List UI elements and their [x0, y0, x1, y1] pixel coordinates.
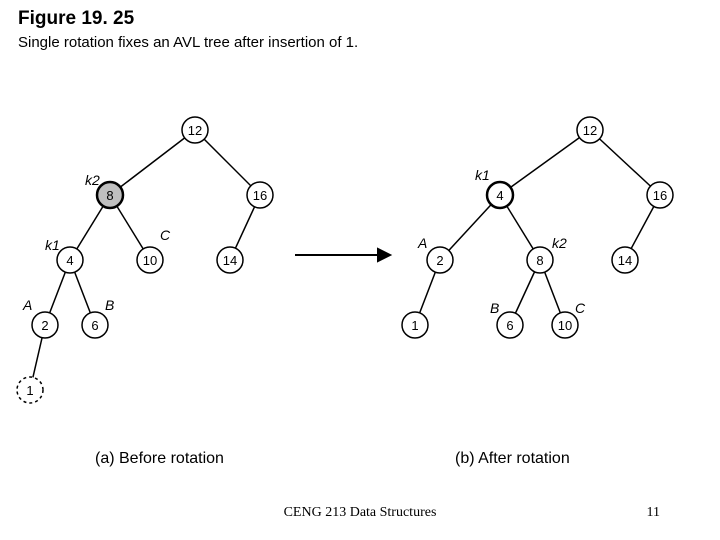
label-k2: k2: [85, 172, 100, 188]
svg-text:1: 1: [26, 383, 33, 398]
svg-text:8: 8: [536, 253, 543, 268]
trees-diagram: 12 8 16 4 10 14 2 6: [0, 100, 720, 425]
label-A: A: [22, 297, 32, 313]
caption-before: (a) Before rotation: [95, 450, 224, 468]
caption-after: (b) After rotation: [455, 450, 570, 468]
svg-text:2: 2: [41, 318, 48, 333]
label-k2: k2: [552, 235, 567, 251]
label-B: B: [490, 300, 499, 316]
node-16: 16: [247, 182, 273, 208]
rotation-arrow-icon: [295, 249, 390, 261]
node-4: 4: [57, 247, 83, 273]
footer-course: CENG 213 Data Structures: [0, 505, 720, 521]
svg-text:10: 10: [558, 318, 572, 333]
node-12: 12: [577, 117, 603, 143]
svg-text:4: 4: [66, 253, 73, 268]
node-4-k1: 4: [487, 182, 513, 208]
node-8-highlighted: 8: [97, 182, 123, 208]
svg-text:6: 6: [506, 318, 513, 333]
figure-number: Figure 19. 25: [18, 8, 134, 30]
svg-text:14: 14: [223, 253, 237, 268]
figure-caption: Single rotation fixes an AVL tree after …: [18, 34, 358, 51]
tree-after: 12 4 16 2 8 14 1 6: [402, 117, 673, 338]
label-C: C: [160, 227, 171, 243]
node-12: 12: [182, 117, 208, 143]
svg-text:8: 8: [106, 188, 113, 203]
node-6: 6: [497, 312, 523, 338]
svg-text:4: 4: [496, 188, 503, 203]
node-14: 14: [612, 247, 638, 273]
node-16: 16: [647, 182, 673, 208]
svg-text:16: 16: [653, 188, 667, 203]
svg-text:10: 10: [143, 253, 157, 268]
svg-text:16: 16: [253, 188, 267, 203]
label-C: C: [575, 300, 586, 316]
tree-before: 12 8 16 4 10 14 2 6: [17, 117, 273, 403]
node-2: 2: [32, 312, 58, 338]
node-10: 10: [137, 247, 163, 273]
node-14: 14: [217, 247, 243, 273]
node-2: 2: [427, 247, 453, 273]
svg-text:12: 12: [188, 123, 202, 138]
svg-text:12: 12: [583, 123, 597, 138]
node-8-k2: 8: [527, 247, 553, 273]
label-k1: k1: [45, 237, 60, 253]
label-k1: k1: [475, 167, 490, 183]
svg-text:2: 2: [436, 253, 443, 268]
node-1-inserted: 1: [17, 377, 43, 403]
label-B: B: [105, 297, 114, 313]
svg-text:1: 1: [411, 318, 418, 333]
label-A: A: [417, 235, 427, 251]
svg-text:14: 14: [618, 253, 632, 268]
slide-number: 11: [647, 505, 660, 521]
node-6: 6: [82, 312, 108, 338]
svg-text:6: 6: [91, 318, 98, 333]
node-1: 1: [402, 312, 428, 338]
